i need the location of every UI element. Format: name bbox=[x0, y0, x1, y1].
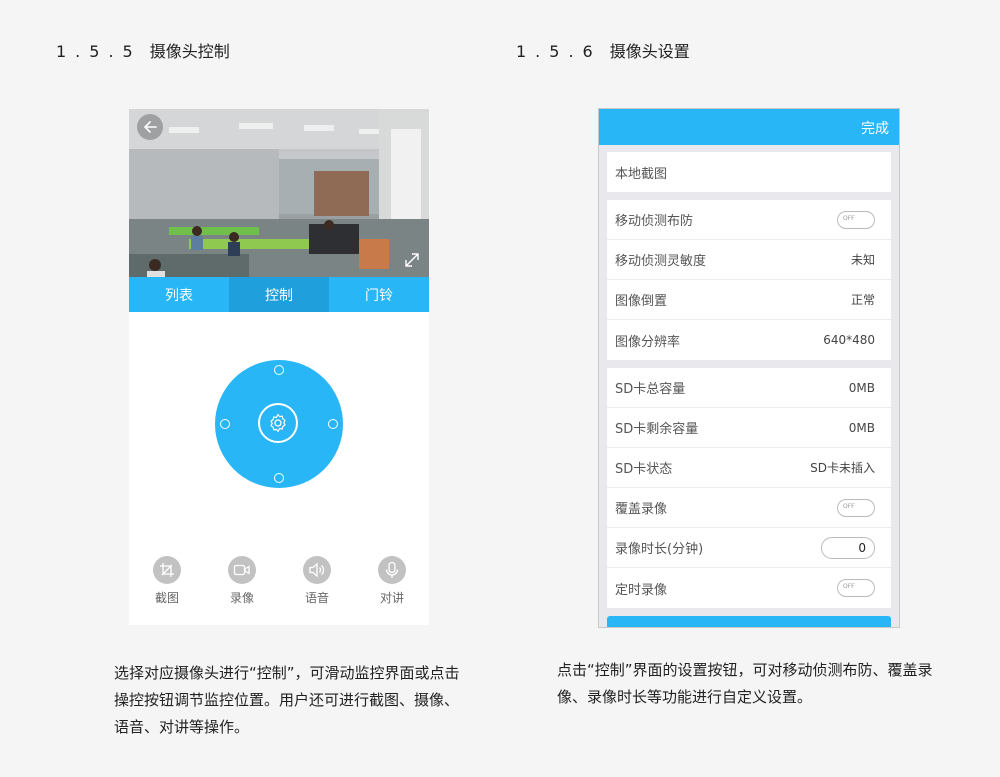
settings-group-motion: 移动侦测布防 OFF 移动侦测灵敏度 未知 图像倒置 正常 图像分辨率 640*… bbox=[607, 200, 891, 360]
setting-value: 0MB bbox=[848, 380, 875, 395]
section-title-text: 摄像头设置 bbox=[609, 42, 690, 61]
tool-label: 录像 bbox=[229, 591, 254, 605]
section-number: 1.5.5 bbox=[56, 42, 142, 61]
setting-row-local-screenshot[interactable]: 本地截图 bbox=[607, 152, 891, 192]
speaker-icon bbox=[303, 556, 331, 584]
setting-label: 移动侦测布防 bbox=[615, 214, 694, 229]
control-tab-bar: 列表 控制 门铃 bbox=[129, 277, 429, 312]
direction-down-button[interactable] bbox=[274, 473, 284, 483]
setting-label: 覆盖录像 bbox=[615, 502, 668, 517]
setting-row-resolution[interactable]: 图像分辨率 640*480 bbox=[607, 320, 891, 360]
gear-icon bbox=[270, 413, 286, 433]
setting-value: SD卡未插入 bbox=[810, 461, 875, 475]
setting-label: 本地截图 bbox=[615, 166, 668, 182]
done-button[interactable]: 完成 bbox=[861, 118, 889, 138]
setting-row-sd-status: SD卡状态 SD卡未插入 bbox=[607, 448, 891, 488]
screenshot-button[interactable]: 截图 bbox=[137, 556, 197, 606]
scheduled-recording-toggle[interactable]: OFF bbox=[837, 579, 875, 597]
tool-label: 截图 bbox=[154, 591, 179, 605]
setting-row-overwrite-recording: 覆盖录像 OFF bbox=[607, 488, 891, 528]
setting-label: SD卡剩余容量 bbox=[615, 422, 699, 437]
settings-group-storage: SD卡总容量 0MB SD卡剩余容量 0MB SD卡状态 SD卡未插入 覆盖录像… bbox=[607, 368, 891, 608]
settings-group-local: 本地截图 bbox=[607, 152, 891, 192]
setting-value: 正常 bbox=[850, 293, 875, 307]
settings-screen: 完成 本地截图 移动侦测布防 OFF 移动侦测灵敏度 未知 图像倒置 正常 图像… bbox=[598, 108, 900, 628]
direction-up-button[interactable] bbox=[274, 365, 284, 375]
setting-value: 未知 bbox=[850, 253, 875, 267]
setting-label: 录像时长(分钟) bbox=[615, 542, 704, 557]
description-control: 选择对应摄像头进行“控制”，可滑动监控界面或点击操控按钮调节监控位置。用户还可进… bbox=[114, 664, 460, 736]
setting-row-sd-free: SD卡剩余容量 0MB bbox=[607, 408, 891, 448]
camera-video-feed[interactable] bbox=[129, 109, 429, 277]
microphone-icon bbox=[378, 556, 406, 584]
setting-label: SD卡总容量 bbox=[615, 382, 686, 397]
toggle-state: OFF bbox=[843, 583, 855, 590]
setting-value: 0MB bbox=[848, 420, 875, 435]
section-title-camera-control: 1.5.5 摄像头控制 bbox=[56, 38, 230, 62]
control-screen: 列表 控制 门铃 截图 录像 语音 对讲 bbox=[129, 109, 429, 625]
video-camera-icon bbox=[228, 556, 256, 584]
office-scene-image bbox=[129, 109, 429, 277]
direction-left-button[interactable] bbox=[220, 419, 230, 429]
tab-control[interactable]: 控制 bbox=[229, 277, 329, 312]
settings-button[interactable] bbox=[258, 403, 298, 443]
crop-icon bbox=[153, 556, 181, 584]
direction-right-button[interactable] bbox=[328, 419, 338, 429]
direction-pad[interactable] bbox=[215, 360, 343, 488]
arrow-left-icon bbox=[143, 121, 157, 133]
tool-bar: 截图 录像 语音 对讲 bbox=[129, 556, 429, 616]
tab-list[interactable]: 列表 bbox=[129, 277, 229, 312]
setting-row-scheduled-recording: 定时录像 OFF bbox=[607, 568, 891, 608]
setting-label: 定时录像 bbox=[615, 582, 668, 598]
section-title-camera-settings: 1.5.6 摄像头设置 bbox=[516, 38, 690, 62]
toggle-state: OFF bbox=[843, 214, 855, 222]
setting-row-motion-sensitivity[interactable]: 移动侦测灵敏度 未知 bbox=[607, 240, 891, 280]
intercom-button[interactable]: 对讲 bbox=[362, 556, 422, 606]
tool-label: 对讲 bbox=[379, 591, 404, 605]
settings-top-bar: 完成 bbox=[599, 109, 899, 145]
setting-row-recording-duration: 录像时长(分钟) 0 bbox=[607, 528, 891, 568]
setting-row-sd-total: SD卡总容量 0MB bbox=[607, 368, 891, 408]
record-button[interactable]: 录像 bbox=[212, 556, 272, 606]
setting-label: 图像倒置 bbox=[615, 294, 668, 309]
bottom-action-button[interactable] bbox=[607, 616, 891, 627]
setting-label: 移动侦测灵敏度 bbox=[615, 254, 707, 269]
description-settings: 点击“控制”界面的设置按钮，可对移动侦测布防、覆盖录像、录像时长等功能进行自定义… bbox=[557, 661, 933, 706]
recording-duration-input[interactable]: 0 bbox=[821, 536, 875, 559]
tab-doorbell[interactable]: 门铃 bbox=[329, 277, 429, 312]
setting-row-image-flip[interactable]: 图像倒置 正常 bbox=[607, 280, 891, 320]
tool-label: 语音 bbox=[304, 591, 329, 605]
voice-button[interactable]: 语音 bbox=[287, 556, 347, 606]
motion-detection-toggle[interactable]: OFF bbox=[837, 210, 875, 229]
setting-label: SD卡状态 bbox=[615, 462, 673, 477]
toggle-state: OFF bbox=[843, 502, 855, 510]
fullscreen-icon[interactable] bbox=[403, 251, 421, 269]
section-title-text: 摄像头控制 bbox=[149, 42, 230, 61]
setting-label: 图像分辨率 bbox=[615, 334, 681, 350]
overwrite-recording-toggle[interactable]: OFF bbox=[837, 498, 875, 517]
setting-row-motion-detection-arm: 移动侦测布防 OFF bbox=[607, 200, 891, 240]
back-button[interactable] bbox=[137, 114, 163, 140]
setting-value: 640*480 bbox=[823, 333, 875, 347]
section-number: 1.5.6 bbox=[516, 42, 602, 61]
